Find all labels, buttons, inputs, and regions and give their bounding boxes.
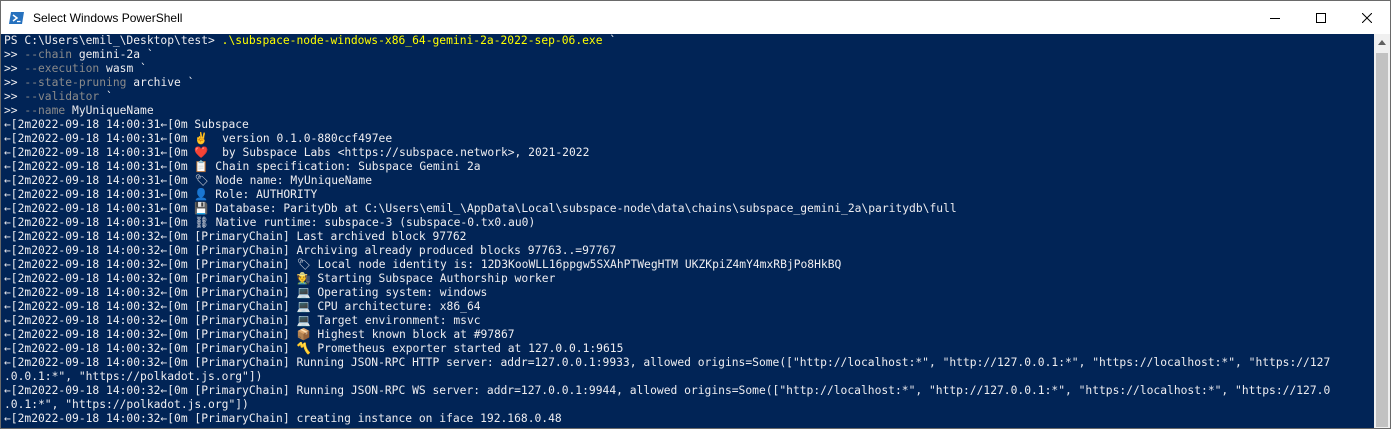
console-text: >>	[4, 48, 25, 61]
console-text: ←[2m2022-09-18 14:00:32←[0m [PrimaryChai…	[4, 286, 488, 299]
title-bar[interactable]: Select Windows PowerShell	[1, 1, 1390, 34]
console-text: `	[99, 90, 113, 103]
console-text: ←[2m2022-09-18 14:00:32←[0m [PrimaryChai…	[4, 300, 481, 313]
powershell-window: Select Windows PowerShell PS C:\Users\em…	[0, 0, 1391, 429]
console-text: archive `	[126, 76, 195, 89]
console-text: .0.0.1:*", "https://polkadot.js.org"])	[4, 370, 263, 383]
console-line: ←[2m2022-09-18 14:00:32←[0m [PrimaryChai…	[4, 412, 1330, 426]
console-line: .0.1:*", "https://polkadot.js.org"])	[4, 398, 1330, 412]
console-line: ←[2m2022-09-18 14:00:31←[0m Subspace	[4, 118, 1330, 132]
console-text: .\subspace-node-windows-x86_64-gemini-2a…	[221, 34, 603, 47]
console-text: >>	[4, 76, 25, 89]
console-text: ←[2m2022-09-18 14:00:31←[0m Subspace	[4, 118, 249, 131]
console-line: >> --execution wasm `	[4, 62, 1330, 76]
console-text: ←[2m2022-09-18 14:00:32←[0m [PrimaryChai…	[4, 356, 1331, 369]
console-text: ←[2m2022-09-18 14:00:32←[0m [PrimaryChai…	[4, 258, 842, 271]
console-line: ←[2m2022-09-18 14:00:32←[0m [PrimaryChai…	[4, 258, 1330, 272]
scroll-up-button[interactable]	[1374, 34, 1390, 51]
console-line: ←[2m2022-09-18 14:00:32←[0m [PrimaryChai…	[4, 314, 1330, 328]
console-line: ←[2m2022-09-18 14:00:32←[0m [PrimaryChai…	[4, 356, 1330, 370]
console-line: ←[2m2022-09-18 14:00:32←[0m [PrimaryChai…	[4, 272, 1330, 286]
console-text: --chain	[24, 48, 73, 61]
console-text: .0.1:*", "https://polkadot.js.org"])	[4, 398, 249, 411]
console-text: ←[2m2022-09-18 14:00:32←[0m [PrimaryChai…	[4, 230, 467, 243]
console-output[interactable]: PS C:\Users\emil_\Desktop\test> .\subspa…	[1, 34, 1374, 428]
console-text: PS C:\Users\emil_\Desktop\test>	[4, 34, 222, 47]
minimize-button[interactable]	[1252, 1, 1298, 34]
console-text: ←[2m2022-09-18 14:00:32←[0m [PrimaryChai…	[4, 412, 562, 425]
console-text: ←[2m2022-09-18 14:00:31←[0m 💾 Database: …	[4, 202, 957, 215]
console-text: ←[2m2022-09-18 14:00:31←[0m ❤️ by Subspa…	[4, 146, 590, 159]
console-line: ←[2m2022-09-18 14:00:31←[0m 📋 Chain spec…	[4, 160, 1330, 174]
console-text: ←[2m2022-09-18 14:00:31←[0m 👤 Role: AUTH…	[4, 188, 318, 201]
console-text: ←[2m2022-09-18 14:00:32←[0m [PrimaryChai…	[4, 342, 624, 355]
close-button[interactable]	[1344, 1, 1390, 34]
close-icon	[1362, 12, 1372, 23]
console-text: --execution	[24, 62, 100, 75]
vertical-scrollbar[interactable]	[1374, 34, 1390, 428]
console-text: ←[2m2022-09-18 14:00:32←[0m [PrimaryChai…	[4, 328, 515, 341]
scrollbar-thumb[interactable]	[1376, 53, 1388, 427]
console-lines: PS C:\Users\emil_\Desktop\test> .\subspa…	[4, 34, 1330, 426]
console-line: >> --validator `	[4, 90, 1330, 104]
console-text: --state-pruning	[24, 76, 127, 89]
console-line: ←[2m2022-09-18 14:00:31←[0m ✌️ version 0…	[4, 132, 1330, 146]
console-line: ←[2m2022-09-18 14:00:32←[0m [PrimaryChai…	[4, 328, 1330, 342]
console-text: ←[2m2022-09-18 14:00:31←[0m 🏷 Node name:…	[4, 174, 373, 187]
console-text: ←[2m2022-09-18 14:00:31←[0m ✌️ version 0…	[4, 132, 393, 145]
console-text: --name	[24, 104, 66, 117]
console-text: ←[2m2022-09-18 14:00:32←[0m [PrimaryChai…	[4, 384, 1331, 397]
console-text: ←[2m2022-09-18 14:00:32←[0m [PrimaryChai…	[4, 272, 556, 285]
console-line: ←[2m2022-09-18 14:00:31←[0m 🏷 Node name:…	[4, 174, 1330, 188]
console-text: ←[2m2022-09-18 14:00:31←[0m 📋 Chain spec…	[4, 160, 481, 173]
console-text: ←[2m2022-09-18 14:00:32←[0m [PrimaryChai…	[4, 314, 481, 327]
console-text: MyUniqueName	[65, 104, 154, 117]
chevron-up-icon	[1378, 40, 1386, 45]
console-line: ←[2m2022-09-18 14:00:32←[0m [PrimaryChai…	[4, 342, 1330, 356]
console-line: ←[2m2022-09-18 14:00:32←[0m [PrimaryChai…	[4, 300, 1330, 314]
powershell-icon[interactable]	[9, 10, 25, 26]
console-text: >>	[4, 62, 25, 75]
console-text: --validator	[24, 90, 100, 103]
console-line: ←[2m2022-09-18 14:00:31←[0m 💾 Database: …	[4, 202, 1330, 216]
console-line: >> --state-pruning archive `	[4, 76, 1330, 90]
console-text: `	[602, 34, 617, 47]
minimize-icon	[1270, 17, 1280, 19]
console-line: ←[2m2022-09-18 14:00:32←[0m [PrimaryChai…	[4, 384, 1330, 398]
console-line: PS C:\Users\emil_\Desktop\test> .\subspa…	[4, 34, 1330, 48]
maximize-button[interactable]	[1298, 1, 1344, 34]
window-title: Select Windows PowerShell	[33, 11, 183, 25]
console-text: ←[2m2022-09-18 14:00:31←[0m ⛓ Native run…	[4, 216, 536, 229]
console-line: ←[2m2022-09-18 14:00:31←[0m ⛓ Native run…	[4, 216, 1330, 230]
console-text: wasm `	[99, 62, 147, 75]
console-line: .0.0.1:*", "https://polkadot.js.org"])	[4, 370, 1330, 384]
console-line: ←[2m2022-09-18 14:00:32←[0m [PrimaryChai…	[4, 230, 1330, 244]
console-text: >>	[4, 90, 25, 103]
console-line: >> --chain gemini-2a `	[4, 48, 1330, 62]
console-line: ←[2m2022-09-18 14:00:31←[0m ❤️ by Subspa…	[4, 146, 1330, 160]
maximize-icon	[1316, 12, 1326, 23]
console-line: ←[2m2022-09-18 14:00:32←[0m [PrimaryChai…	[4, 244, 1330, 258]
console-line: ←[2m2022-09-18 14:00:32←[0m [PrimaryChai…	[4, 286, 1330, 300]
console-line: ←[2m2022-09-18 14:00:31←[0m 👤 Role: AUTH…	[4, 188, 1330, 202]
console-line: >> --name MyUniqueName	[4, 104, 1330, 118]
console-text: gemini-2a `	[72, 48, 154, 61]
console-text: ←[2m2022-09-18 14:00:32←[0m [PrimaryChai…	[4, 244, 617, 257]
console-text: >>	[4, 104, 25, 117]
